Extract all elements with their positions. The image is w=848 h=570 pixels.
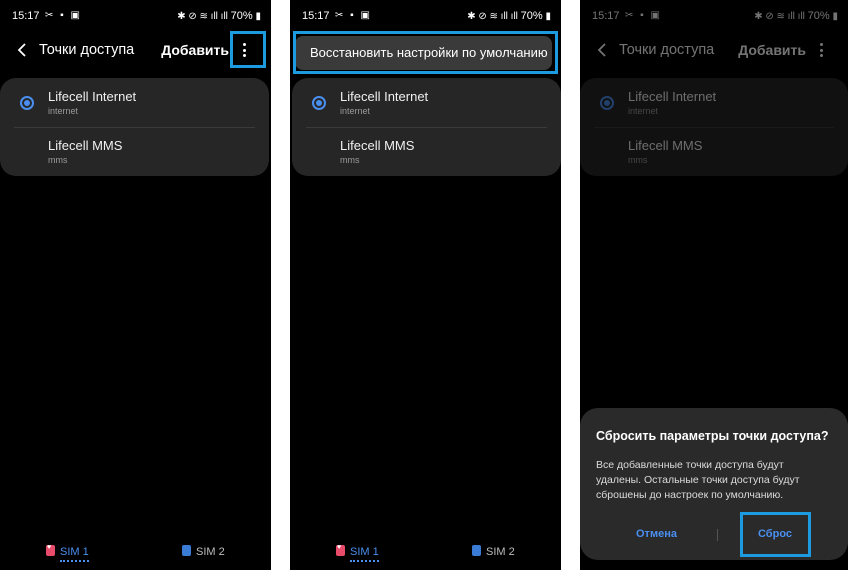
chevron-left-icon[interactable] xyxy=(14,40,32,60)
access-point-item[interactable]: Lifecell Internet internet xyxy=(292,84,561,132)
access-point-name: Lifecell MMS xyxy=(48,138,123,153)
divider xyxy=(14,127,255,128)
tab-sim2[interactable]: SIM 2 xyxy=(472,545,515,558)
sim-card-icon xyxy=(336,544,345,556)
radio-selected-icon[interactable] xyxy=(312,96,326,110)
divider xyxy=(306,127,547,128)
access-point-list: Lifecell Internet internet Lifecell MMS … xyxy=(292,78,561,176)
access-point-name: Lifecell Internet xyxy=(340,89,429,104)
access-point-type: internet xyxy=(48,106,79,116)
reset-dialog: Сбросить параметры точки доступа? Все до… xyxy=(580,408,848,560)
tab-sim1[interactable]: SIM 1 xyxy=(336,544,379,562)
notification-icons: ✂ ▪ ▣ xyxy=(335,10,372,21)
button-separator xyxy=(717,529,718,541)
radio-selected-icon[interactable] xyxy=(20,96,34,110)
status-bar: 15:17 ✂ ▪ ▣ ✱ ⊘ ≋ ıll ıll 70% ▮ xyxy=(302,10,551,26)
access-point-item[interactable]: Lifecell MMS mms xyxy=(292,133,561,181)
system-icons: ✱ ⊘ ≋ ıll ıll 70% ▮ xyxy=(177,10,261,22)
sim-card-icon xyxy=(472,545,481,556)
screen-access-points: 15:17 ✂ ▪ ▣ ✱ ⊘ ≋ ıll ıll 70% ▮ Точки до… xyxy=(0,0,271,570)
status-time: 15:17 xyxy=(12,10,40,22)
tab-sim1[interactable]: SIM 1 xyxy=(46,544,89,562)
highlight-more-button xyxy=(230,31,266,68)
highlight-reset-button xyxy=(740,512,811,557)
access-point-type: internet xyxy=(340,106,371,116)
access-point-name: Lifecell Internet xyxy=(48,89,137,104)
tab-sim2[interactable]: SIM 2 xyxy=(182,545,225,558)
access-point-item[interactable]: Lifecell Internet internet xyxy=(0,84,269,132)
add-button[interactable]: Добавить xyxy=(161,42,229,58)
highlight-reset-menu-item xyxy=(293,31,558,74)
access-point-item[interactable]: Lifecell MMS mms xyxy=(0,133,269,181)
page-title: Точки доступа xyxy=(39,42,135,58)
dialog-title: Сбросить параметры точки доступа? xyxy=(596,429,829,443)
access-point-list: Lifecell Internet internet Lifecell MMS … xyxy=(0,78,269,176)
cancel-button[interactable]: Отмена xyxy=(636,528,677,540)
sim-card-icon xyxy=(46,544,55,556)
sim-tabs: SIM 1 SIM 2 xyxy=(0,542,271,562)
screen-menu-open: 15:17 ✂ ▪ ▣ ✱ ⊘ ≋ ıll ıll 70% ▮ Lifecell… xyxy=(290,0,561,570)
access-point-type: mms xyxy=(48,155,68,165)
access-point-type: mms xyxy=(340,155,360,165)
notification-icons: ✂ ▪ ▣ xyxy=(45,10,82,21)
dialog-message: Все добавленные точки доступа будут удал… xyxy=(596,459,800,501)
sim-tabs: SIM 1 SIM 2 xyxy=(290,542,561,562)
system-icons: ✱ ⊘ ≋ ıll ıll 70% ▮ xyxy=(467,10,551,22)
access-point-name: Lifecell MMS xyxy=(340,138,415,153)
sim-card-icon xyxy=(182,545,191,556)
status-bar: 15:17 ✂ ▪ ▣ ✱ ⊘ ≋ ıll ıll 70% ▮ xyxy=(12,10,261,26)
screen-reset-dialog: 15:17 ✂ ▪ ▣ ✱ ⊘ ≋ ıll ıll 70% ▮ Точки до… xyxy=(580,0,848,570)
status-time: 15:17 xyxy=(302,10,330,22)
